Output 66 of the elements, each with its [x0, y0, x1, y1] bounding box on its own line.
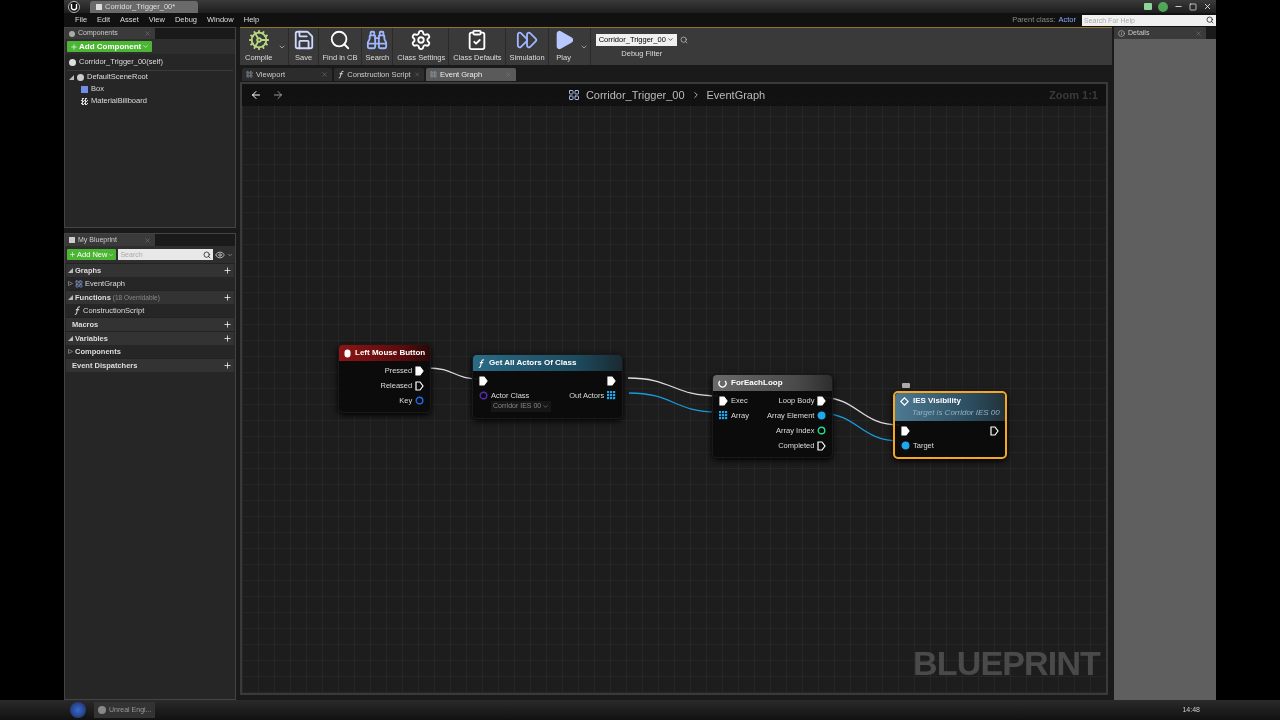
- maximize-icon[interactable]: [1189, 2, 1197, 11]
- search-icon[interactable]: [1206, 16, 1214, 24]
- settings-icon: [410, 29, 433, 52]
- exec-pin[interactable]: [415, 381, 425, 391]
- add-icon[interactable]: [223, 361, 232, 370]
- data-pin[interactable]: [817, 411, 827, 420]
- add-icon[interactable]: [223, 266, 232, 275]
- magnifier-icon: [329, 29, 351, 52]
- start-button[interactable]: [70, 702, 86, 718]
- plus-icon: [70, 42, 78, 51]
- exec-pin[interactable]: [817, 441, 827, 451]
- exec-pin[interactable]: [901, 426, 910, 436]
- graph-icon: [75, 279, 83, 288]
- data-pin[interactable]: [901, 441, 910, 450]
- node-title: Left Mouse Button: [355, 347, 426, 359]
- expand-arrow-icon[interactable]: [68, 349, 73, 354]
- back-arrow-icon[interactable]: [250, 89, 262, 101]
- gear-icon: [247, 29, 270, 52]
- save-icon: [292, 29, 315, 52]
- binoculars-icon: [366, 29, 389, 52]
- diamond-icon: [900, 396, 909, 406]
- checker-icon: [81, 97, 88, 105]
- collapse-arrow-icon[interactable]: [68, 295, 73, 300]
- collapse-arrow-icon[interactable]: [68, 336, 73, 341]
- cube-icon: [81, 85, 88, 93]
- function-icon: [478, 358, 485, 368]
- dropdown-caret-icon: [542, 402, 550, 410]
- graph-icon: [567, 89, 580, 101]
- expand-arrow-icon[interactable]: [69, 74, 74, 80]
- marker-icon: [902, 383, 910, 388]
- mouse-icon: [344, 348, 351, 358]
- data-pin[interactable]: [817, 426, 827, 435]
- add-icon[interactable]: [223, 320, 232, 329]
- forward-arrow-icon[interactable]: [272, 89, 284, 101]
- grid-icon: [430, 71, 437, 78]
- dropdown-caret-icon: [108, 251, 115, 258]
- exec-pin[interactable]: [415, 366, 425, 376]
- breadcrumb-item[interactable]: EventGraph: [706, 86, 766, 104]
- node-subtitle: Target is Corridor IES 00: [911, 407, 1000, 419]
- function-icon: [74, 306, 81, 315]
- array-pin[interactable]: [719, 411, 728, 420]
- collapse-arrow-icon[interactable]: [68, 268, 73, 273]
- node-title: IES Visibility: [913, 395, 961, 407]
- info-icon: [1118, 29, 1125, 37]
- node-title: Get All Actors Of Class: [489, 357, 577, 369]
- plus-icon: [69, 251, 76, 258]
- exec-pin[interactable]: [479, 376, 488, 386]
- exec-pin[interactable]: [817, 396, 827, 406]
- function-icon: [338, 70, 345, 79]
- eye-icon[interactable]: [215, 249, 225, 260]
- dropdown-caret-icon[interactable]: [227, 251, 233, 258]
- exec-pin[interactable]: [989, 426, 999, 436]
- exec-pin[interactable]: [607, 376, 617, 386]
- dropdown-caret-icon: [142, 43, 150, 50]
- exec-pin[interactable]: [719, 396, 728, 406]
- expand-arrow-icon[interactable]: [68, 281, 73, 286]
- node-title: ForEachLoop: [731, 377, 783, 389]
- grid-icon: [246, 71, 253, 78]
- search-icon[interactable]: [203, 250, 211, 259]
- breadcrumb-item[interactable]: Corridor_Trigger_00: [585, 86, 685, 104]
- add-icon[interactable]: [223, 293, 232, 302]
- loop-icon: [718, 378, 727, 388]
- add-icon[interactable]: [223, 334, 232, 343]
- dropdown-caret-icon: [666, 36, 674, 44]
- array-pin[interactable]: [607, 391, 617, 400]
- app-icon: [98, 706, 106, 714]
